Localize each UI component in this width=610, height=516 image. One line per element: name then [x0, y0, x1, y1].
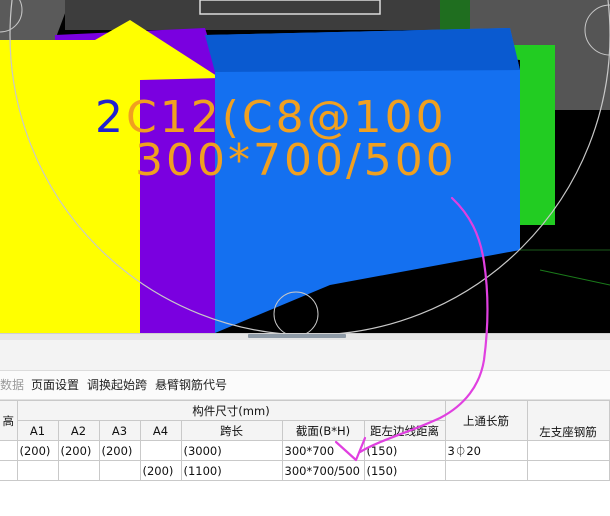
page-settings-button[interactable]: 页面设置	[31, 371, 79, 399]
cell-section[interactable]: 300*700/500	[281, 460, 365, 481]
cantilever-code-button[interactable]: 悬臂钢筋代号	[155, 371, 227, 399]
blue-beam-top	[205, 28, 520, 72]
toolbar-band	[0, 340, 610, 371]
col-a1[interactable]: A1	[16, 420, 59, 441]
cell-height[interactable]	[0, 460, 18, 481]
col-a4[interactable]: A4	[139, 420, 182, 441]
group-header-dimensions: 构件尺寸(mm)	[16, 400, 446, 421]
cell-dist-left-edge[interactable]: (150)	[363, 460, 446, 481]
grid-line	[539, 269, 610, 286]
table-toolbar: 数据 页面设置 调换起始跨 悬臂钢筋代号	[0, 371, 610, 400]
panel-splitter[interactable]	[0, 333, 610, 340]
cell-a1[interactable]: (200)	[16, 440, 59, 461]
cell-section[interactable]: 300*700	[281, 440, 365, 461]
cell-left-support-bar[interactable]	[526, 460, 610, 481]
cell-top-through-bar[interactable]	[444, 460, 528, 481]
col-height[interactable]: 高	[0, 400, 18, 441]
span-table: 高 构件尺寸(mm) 上通长筋 左支座钢筋 A1 A2 A3 A4 跨长 截面(…	[0, 400, 610, 481]
cell-a1[interactable]	[16, 460, 59, 481]
cell-top-through-bar[interactable]: 3⏀20	[444, 440, 528, 461]
cell-a2[interactable]	[57, 460, 100, 481]
cell-a2[interactable]: (200)	[57, 440, 100, 461]
cell-height[interactable]	[0, 440, 18, 461]
cell-span-length[interactable]: (1100)	[180, 460, 283, 481]
cell-a3[interactable]	[98, 460, 141, 481]
cell-a4[interactable]	[139, 440, 182, 461]
col-dist-left-edge[interactable]: 距左边线距离	[363, 420, 446, 441]
col-a2[interactable]: A2	[57, 420, 100, 441]
table-row[interactable]: (200) (1100) 300*700/500 (150)	[0, 460, 610, 481]
splitter-grip[interactable]	[248, 334, 346, 338]
cell-span-length[interactable]: (3000)	[180, 440, 283, 461]
table-row[interactable]: (200) (200) (200) (3000) 300*700 (150) 3…	[0, 440, 610, 461]
col-top-through-bar[interactable]: 上通长筋	[444, 400, 528, 441]
adjust-start-span-button[interactable]: 调换起始跨	[87, 371, 147, 399]
col-section[interactable]: 截面(B*H)	[281, 420, 365, 441]
data-menu-item[interactable]: 数据	[0, 371, 24, 399]
cell-a3[interactable]: (200)	[98, 440, 141, 461]
col-a3[interactable]: A3	[98, 420, 141, 441]
cell-left-support-bar[interactable]	[526, 440, 610, 461]
col-left-support-bar[interactable]: 左支座钢筋	[526, 400, 610, 441]
cell-dist-left-edge[interactable]: (150)	[363, 440, 446, 461]
col-span-length[interactable]: 跨长	[180, 420, 283, 441]
rebar-label-line2: 300*700/500	[135, 135, 457, 186]
cell-a4[interactable]: (200)	[139, 460, 182, 481]
3d-viewport[interactable]: 2C12(C8@100 300*700/500	[0, 0, 610, 333]
beam-model-view: 2C12(C8@100 300*700/500	[0, 0, 610, 333]
